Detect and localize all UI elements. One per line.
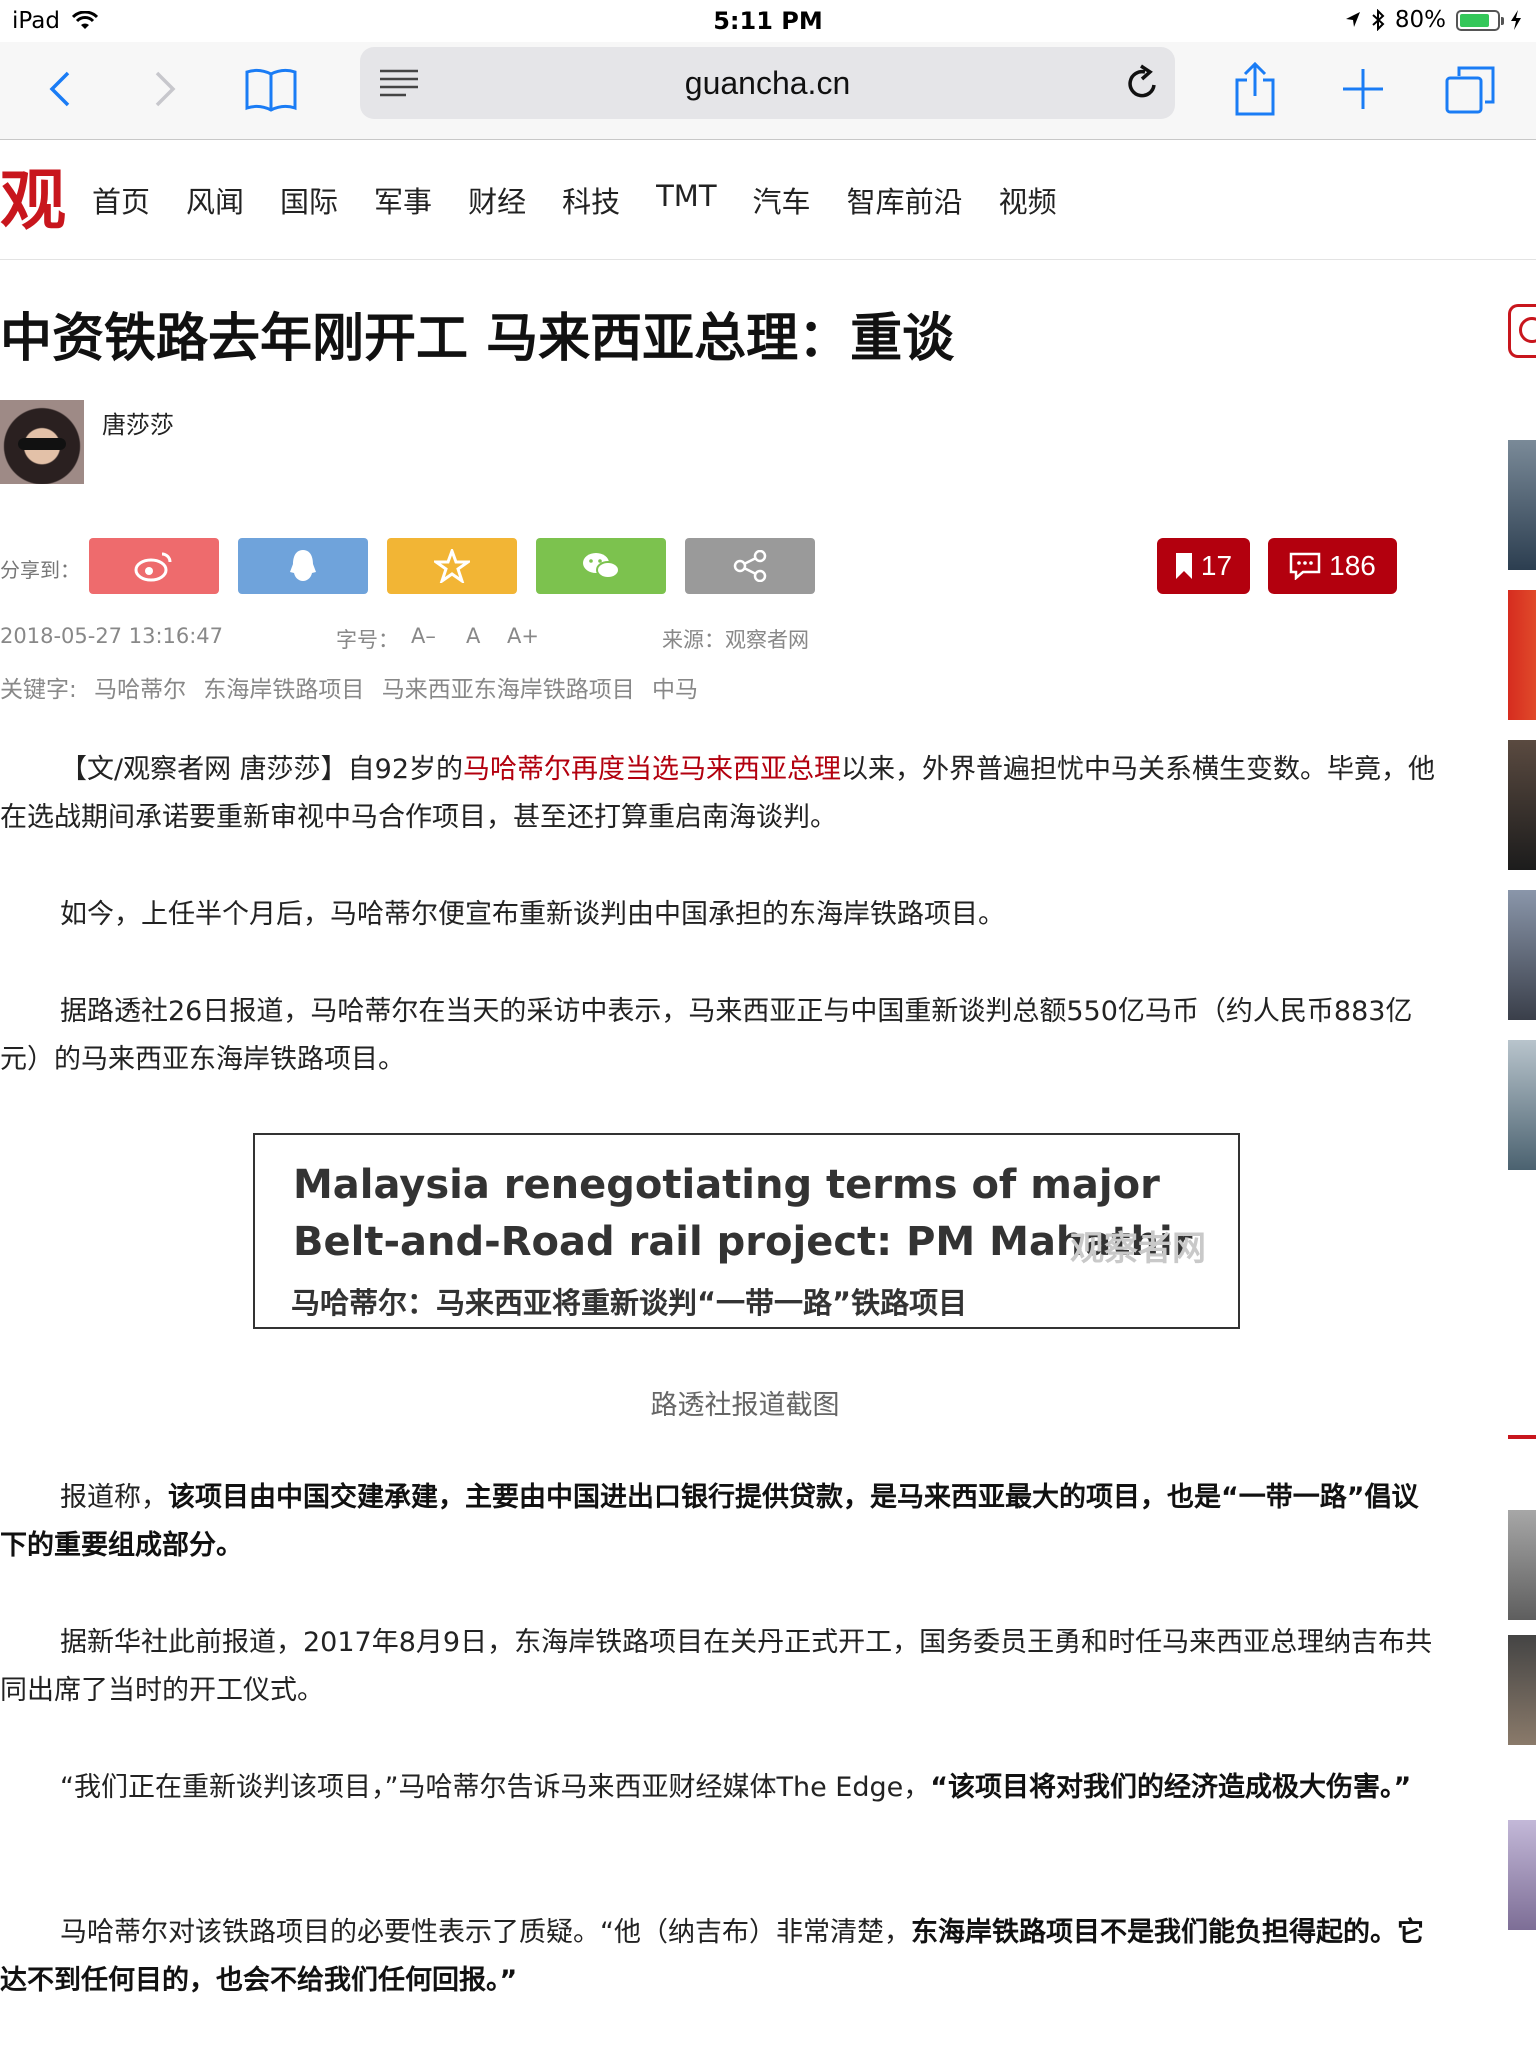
sidebar-user-button[interactable] — [1508, 304, 1536, 358]
related-article-link[interactable]: 马哈蒂尔再度当选马来西亚总理 — [463, 754, 841, 785]
nav-item-tmt[interactable]: TMT — [656, 179, 716, 221]
bookmarks-button[interactable] — [236, 54, 306, 124]
share-button[interactable] — [1220, 54, 1290, 124]
article-figure[interactable]: Malaysia renegotiating terms of major Be… — [253, 1133, 1240, 1329]
author-avatar[interactable] — [0, 400, 84, 484]
site-logo[interactable]: 观 — [0, 161, 76, 239]
battery-percent: 80% — [1394, 7, 1446, 33]
location-icon — [1345, 12, 1360, 27]
wechat-icon — [583, 553, 620, 579]
share-wechat-button[interactable] — [536, 538, 666, 594]
font-larger-button[interactable]: A+ — [507, 624, 539, 648]
qq-icon — [290, 550, 316, 581]
share-qq-button[interactable] — [238, 538, 368, 594]
share-weibo-button[interactable] — [89, 538, 219, 594]
new-tab-button[interactable] — [1328, 54, 1398, 124]
charging-icon — [1511, 10, 1521, 30]
publish-date: 2018-05-27 13:16:47 — [0, 624, 224, 648]
author-name[interactable]: 唐莎莎 — [102, 405, 174, 440]
share-qzone-button[interactable] — [387, 538, 517, 594]
browser-toolbar: guancha.cn — [0, 42, 1536, 140]
sidebar-thumbnail[interactable] — [1508, 1040, 1536, 1170]
font-normal-button[interactable]: A — [466, 624, 480, 648]
nav-item-finance[interactable]: 财经 — [468, 179, 526, 221]
sidebar-thumbnail[interactable] — [1508, 740, 1536, 870]
paragraph-2: 如今，上任半个月后，马哈蒂尔便宣布重新谈判由中国承担的东海岸铁路项目。 — [60, 899, 1005, 930]
keyword-link[interactable]: 中马 — [652, 677, 698, 703]
paragraph-5: 据新华社此前报道，2017年8月9日，东海岸铁路项目在关丹正式开工，国务委员王勇… — [0, 1627, 1433, 1706]
bookmark-count: 17 — [1200, 550, 1233, 581]
tabs-button[interactable] — [1436, 54, 1506, 124]
nav-item-auto[interactable]: 汽车 — [753, 179, 811, 221]
bookmark-icon — [1175, 553, 1192, 579]
share-label: 分享到： — [0, 558, 80, 582]
sidebar-divider — [1508, 1435, 1536, 1439]
url-text[interactable]: guancha.cn — [360, 65, 1175, 102]
bookmarks-icon — [245, 68, 297, 112]
nav-item-home[interactable]: 首页 — [92, 179, 150, 221]
sidebar-thumbnail[interactable] — [1508, 440, 1536, 570]
paragraph-6: “我们正在重新谈判该项目，”马哈蒂尔告诉马来西亚财经媒体The Edge，“该项… — [60, 1772, 1412, 1803]
keyword-link[interactable]: 东海岸铁路项目 — [203, 677, 364, 703]
share-bar: 分享到： 17 186 — [0, 538, 1450, 594]
sidebar-thumbnail[interactable] — [1508, 1510, 1536, 1620]
article-meta: 2018-05-27 13:16:47 字号： A– A A+ 来源：观察者网 — [0, 624, 900, 654]
share-more-button[interactable] — [685, 538, 815, 594]
share-icon — [1235, 62, 1275, 116]
article-source: 来源：观察者网 — [662, 628, 809, 652]
comment-count: 186 — [1329, 550, 1376, 581]
sidebar-thumbnail[interactable] — [1508, 590, 1536, 720]
status-bar: iPad 5:11 PM 80% — [0, 0, 1536, 42]
bookmark-button[interactable]: 17 — [1157, 538, 1250, 594]
user-icon — [1519, 317, 1536, 343]
nav-item-tech[interactable]: 科技 — [562, 179, 620, 221]
paragraph-3: 据路透社26日报道，马哈蒂尔在当天的采访中表示，马来西亚正与中国重新谈判总额55… — [0, 996, 1413, 1075]
font-smaller-button[interactable]: A– — [411, 624, 436, 648]
bluetooth-icon — [1372, 9, 1385, 31]
font-size-label: 字号： — [336, 628, 399, 652]
nav-item-video[interactable]: 视频 — [999, 179, 1057, 221]
site-nav: 观 首页 风闻 国际 军事 财经 科技 TMT 汽车 智库前沿 视频 — [0, 141, 1536, 260]
paragraph-7: 马哈蒂尔对该铁路项目的必要性表示了质疑。“他（纳吉布）非常清楚，东海岸铁路项目不… — [0, 1917, 1424, 1996]
weibo-icon — [134, 552, 172, 582]
figure-chinese-headline: 马哈蒂尔：马来西亚将重新谈判“一带一路”铁路项目 — [291, 1286, 968, 1320]
nav-item-thinktank[interactable]: 智库前沿 — [847, 179, 963, 221]
sidebar-thumbnail[interactable] — [1508, 890, 1536, 1020]
add-tab-icon — [1343, 69, 1383, 109]
nav-menu: 首页 风闻 国际 军事 财经 科技 TMT 汽车 智库前沿 视频 — [92, 179, 1057, 221]
address-bar[interactable]: guancha.cn — [360, 47, 1175, 119]
paragraph-4: 报道称，该项目由中国交建承建，主要由中国进出口银行提供贷款，是马来西亚最大的项目… — [0, 1482, 1419, 1561]
nav-item-fengwen[interactable]: 风闻 — [186, 179, 244, 221]
nav-item-military[interactable]: 军事 — [374, 179, 432, 221]
back-icon — [49, 71, 70, 107]
reload-icon[interactable] — [1123, 63, 1161, 103]
figure-watermark: 观察者网 — [1070, 1229, 1206, 1269]
keywords: 关键字: 马哈蒂尔 东海岸铁路项目 马来西亚东海岸铁路项目 中马 — [0, 670, 708, 704]
back-button[interactable] — [25, 54, 95, 124]
figure-caption: 路透社报道截图 — [650, 1390, 840, 1421]
keywords-label: 关键字: — [0, 677, 77, 703]
comment-icon — [1289, 552, 1321, 580]
forward-button[interactable] — [130, 54, 200, 124]
comment-button[interactable]: 186 — [1268, 538, 1397, 594]
keyword-link[interactable]: 马来西亚东海岸铁路项目 — [382, 677, 635, 703]
sidebar-thumbnail[interactable] — [1508, 1820, 1536, 1930]
keyword-link[interactable]: 马哈蒂尔 — [94, 677, 186, 703]
tabs-icon — [1445, 66, 1495, 114]
forward-icon — [155, 71, 176, 107]
qzone-icon — [434, 549, 470, 583]
share-more-icon — [733, 550, 767, 582]
nav-item-international[interactable]: 国际 — [280, 179, 338, 221]
paragraph-1: 【文/观察者网 唐莎莎】自92岁的马哈蒂尔再度当选马来西亚总理以来，外界普遍担忧… — [0, 754, 1436, 833]
article-title: 中资铁路去年刚开工 马来西亚总理：重谈 — [0, 309, 955, 369]
sidebar-thumbnail[interactable] — [1508, 1635, 1536, 1745]
battery-icon — [1456, 9, 1504, 31]
clock: 5:11 PM — [713, 7, 823, 35]
